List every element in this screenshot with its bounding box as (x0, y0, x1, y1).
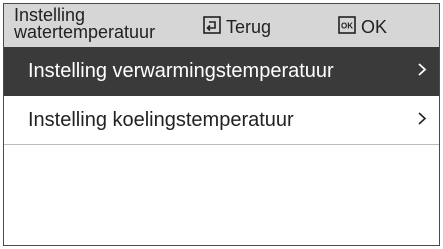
ok-key-text: OK (341, 22, 353, 31)
ok-hint[interactable]: OK OK (338, 16, 387, 37)
screen: Instelling watertemperatuur Terug OK OK (3, 3, 440, 246)
chevron-right-icon (417, 109, 427, 132)
menu-item-heating-temperature[interactable]: Instelling verwarmingstemperatuur (4, 47, 439, 96)
page-title-line-2: watertemperatuur (14, 22, 156, 42)
menu-list: Instelling verwarmingstemperatuur Instel… (4, 47, 439, 145)
ok-label: OK (361, 16, 388, 37)
ok-key-icon: OK (338, 16, 356, 37)
menu-item-label: Instelling koelingstemperatuur (28, 108, 294, 131)
back-hint[interactable]: Terug (203, 16, 271, 37)
page-title: Instelling watertemperatuur (14, 6, 214, 42)
header-bar: Instelling watertemperatuur Terug OK OK (4, 4, 439, 47)
chevron-right-icon (417, 60, 427, 83)
back-label: Terug (226, 16, 272, 37)
back-icon (203, 16, 221, 37)
menu-item-label: Instelling verwarmingstemperatuur (28, 59, 334, 82)
menu-item-cooling-temperature[interactable]: Instelling koelingstemperatuur (4, 96, 439, 145)
